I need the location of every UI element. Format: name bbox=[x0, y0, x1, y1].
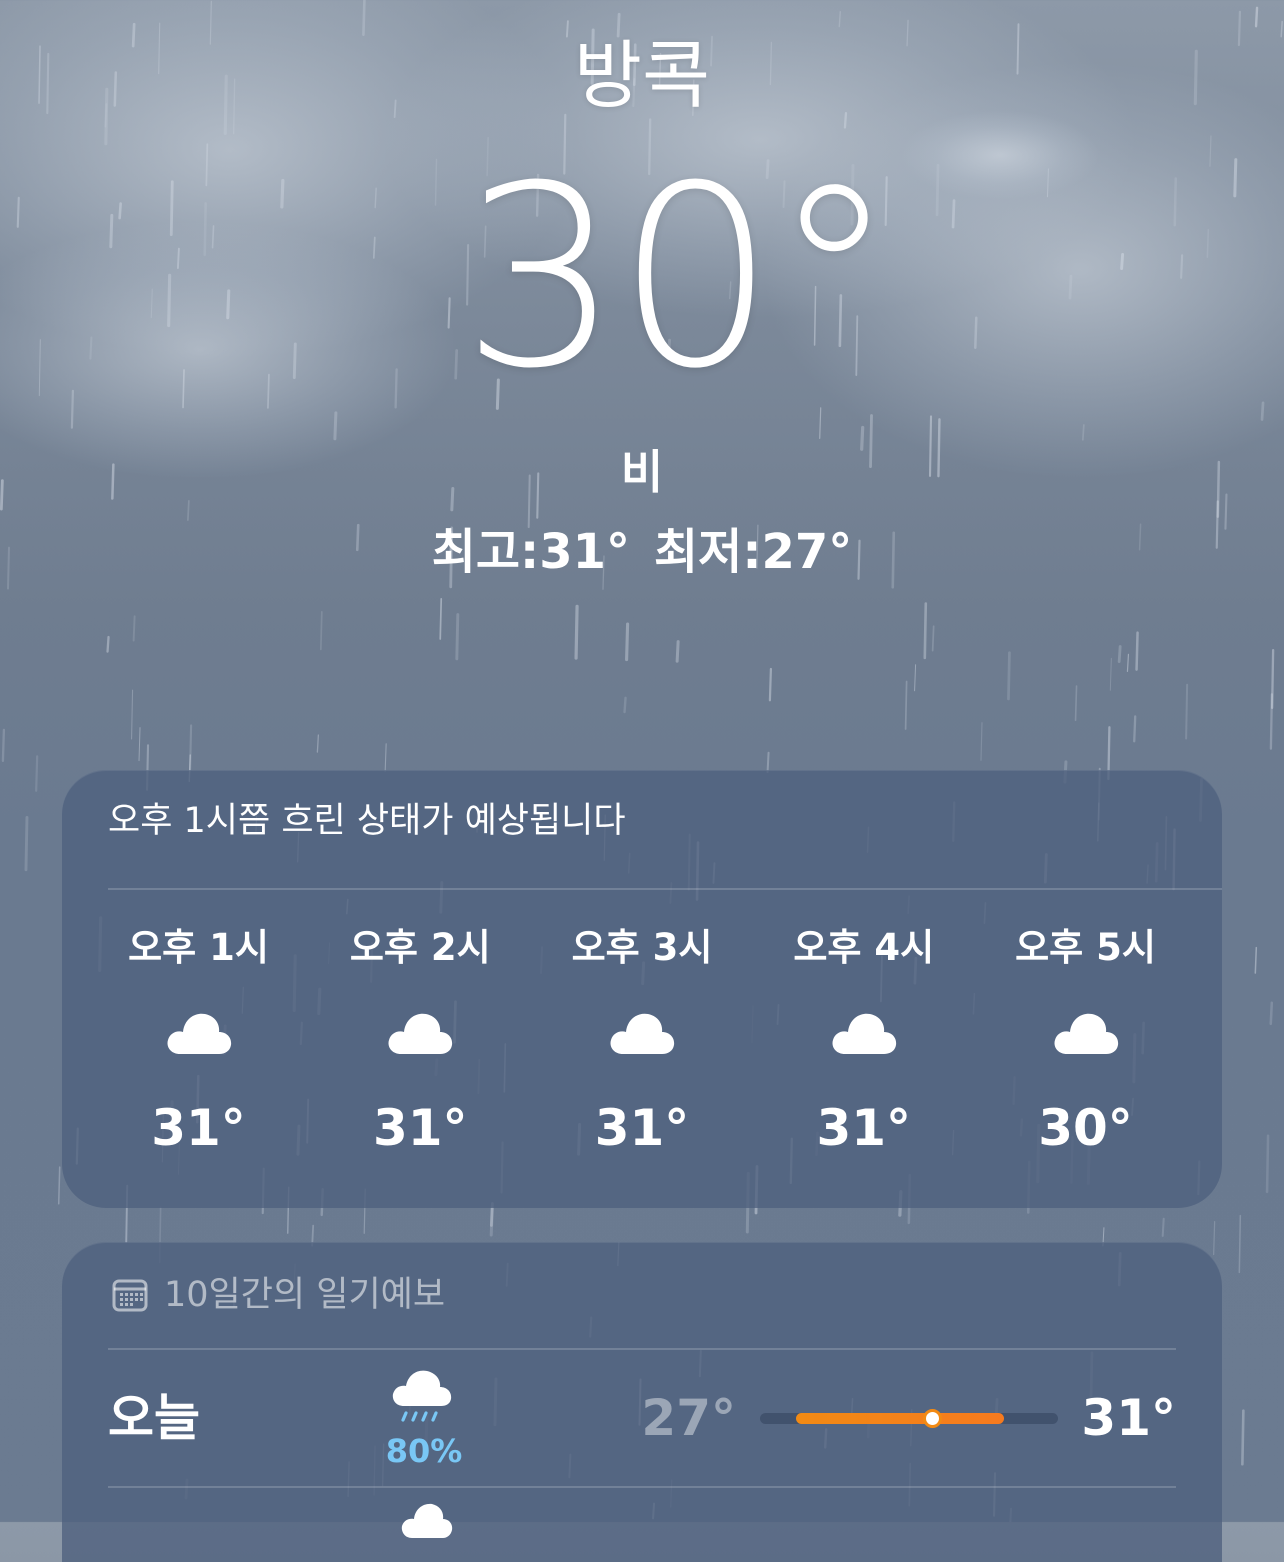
hour-temperature: 31° bbox=[594, 1099, 690, 1157]
cloud-rain-icon bbox=[392, 1370, 452, 1422]
cloud-icon bbox=[167, 1013, 231, 1054]
current-temperature: 30° bbox=[461, 132, 896, 423]
divider bbox=[108, 888, 1222, 890]
temperature-range-bar bbox=[760, 1409, 1058, 1428]
calendar-icon bbox=[112, 1279, 148, 1312]
cloud-icon bbox=[1054, 1013, 1118, 1054]
hour-temperature: 30° bbox=[1038, 1099, 1133, 1157]
day-high-temperature: 31° bbox=[1081, 1389, 1176, 1447]
high-temperature: 최고:31° bbox=[431, 524, 630, 580]
hour-label: 오후 1시 bbox=[128, 926, 269, 969]
hour-temperature: 31° bbox=[816, 1099, 912, 1157]
hour-item: 오후 3시 31° bbox=[532, 920, 753, 1160]
cloud-icon bbox=[401, 1503, 453, 1538]
hour-label: 오후 2시 bbox=[349, 926, 491, 969]
ten-day-forecast-card[interactable]: 10일간의 일기예보 오늘 80% 27° 31° bbox=[62, 1242, 1222, 1562]
hour-item: 오후 1시 31° bbox=[88, 920, 309, 1160]
hour-label: 오후 3시 bbox=[571, 926, 713, 969]
current-temperature-marker bbox=[922, 1409, 942, 1428]
day-name: 오늘 bbox=[108, 1389, 200, 1447]
low-temperature: 최저:27° bbox=[654, 524, 853, 580]
city-name: 방콕 bbox=[573, 33, 711, 119]
cloud-icon bbox=[388, 1013, 453, 1054]
weather-condition: 비 bbox=[620, 445, 664, 499]
hour-item: 오후 2시 31° bbox=[310, 920, 531, 1160]
divider bbox=[108, 1486, 1176, 1488]
hour-temperature: 31° bbox=[151, 1099, 246, 1157]
day-low-temperature: 27° bbox=[641, 1389, 736, 1447]
hour-label: 오후 5시 bbox=[1015, 926, 1156, 969]
cloud-icon bbox=[610, 1013, 675, 1054]
hour-item: 오후 5시 30° bbox=[975, 920, 1196, 1160]
hour-item: 오후 4시 31° bbox=[753, 920, 974, 1160]
hour-label: 오후 4시 bbox=[793, 926, 935, 969]
high-low-temperatures: 최고:31° 최저:27° bbox=[0, 520, 1284, 584]
cloud-icon bbox=[832, 1013, 896, 1054]
precipitation-chance: 80% bbox=[385, 1432, 463, 1470]
hourly-summary: 오후 1시쯤 흐린 상태가 예상됩니다 bbox=[108, 801, 626, 841]
hourly-forecast-card[interactable]: 오후 1시쯤 흐린 상태가 예상됩니다 오후 1시 31° 오후 2시 31° … bbox=[62, 770, 1222, 1208]
daily-header: 10일간의 일기예보 bbox=[112, 1270, 445, 1320]
hour-temperature: 31° bbox=[372, 1099, 468, 1157]
daily-forecast-title: 10일간의 일기예보 bbox=[164, 1275, 446, 1315]
temperature-range-fill bbox=[795, 1413, 1005, 1424]
daily-row-today[interactable]: 오늘 80% 27° 31° bbox=[62, 1350, 1222, 1486]
hourly-list[interactable]: 오후 1시 31° 오후 2시 31° 오후 3시 31° 오후 4시 31° … bbox=[88, 920, 1196, 1160]
